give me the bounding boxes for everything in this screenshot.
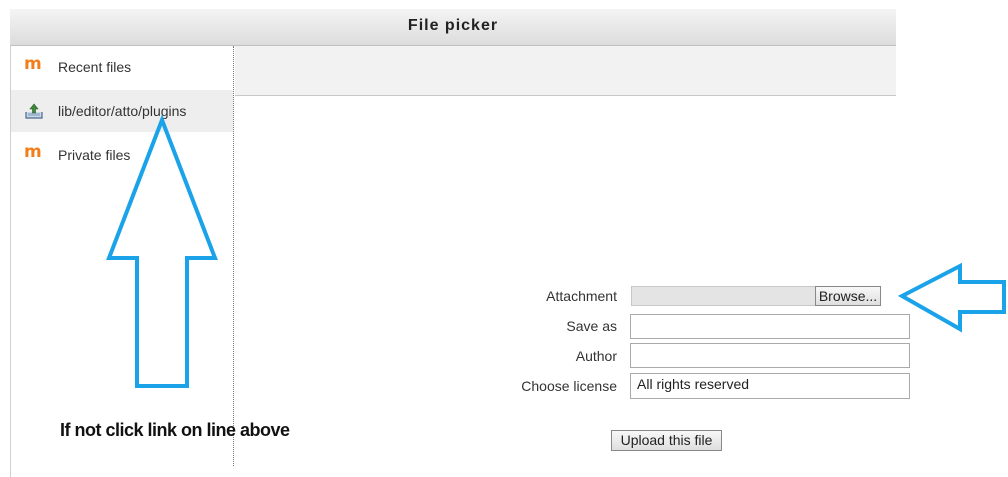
- upload-file-button[interactable]: Upload this file: [611, 430, 722, 451]
- annotation-caption: If not click link on line above: [60, 420, 290, 440]
- picker-toolbar: [235, 46, 896, 96]
- up-arrow-annotation: [106, 114, 218, 388]
- save-as-label: Save as: [566, 318, 617, 334]
- sidebar-item-recent-files[interactable]: m Recent files: [11, 46, 233, 88]
- window-titlebar: File picker: [10, 9, 896, 46]
- sidebar-item-label: Recent files: [58, 59, 132, 75]
- sidebar-divider: [233, 46, 234, 466]
- save-as-input[interactable]: [630, 314, 910, 339]
- license-selected-value: All rights reserved: [637, 376, 750, 392]
- moodle-icon: m: [24, 142, 42, 162]
- attachment-file-display: [631, 286, 816, 306]
- attachment-label: Attachment: [546, 288, 617, 304]
- author-label: Author: [575, 348, 617, 364]
- browse-button[interactable]: Browse...: [815, 286, 881, 306]
- left-arrow-annotation: [897, 262, 1006, 333]
- license-label: Choose license: [521, 378, 617, 394]
- moodle-icon: m: [24, 54, 42, 74]
- window-title: File picker: [407, 17, 499, 34]
- license-select[interactable]: All rights reserved: [630, 373, 910, 399]
- upload-tray-icon: [24, 102, 46, 120]
- author-input[interactable]: [630, 343, 910, 368]
- sidebar-item-label: lib/editor/atto/plugins: [58, 103, 187, 119]
